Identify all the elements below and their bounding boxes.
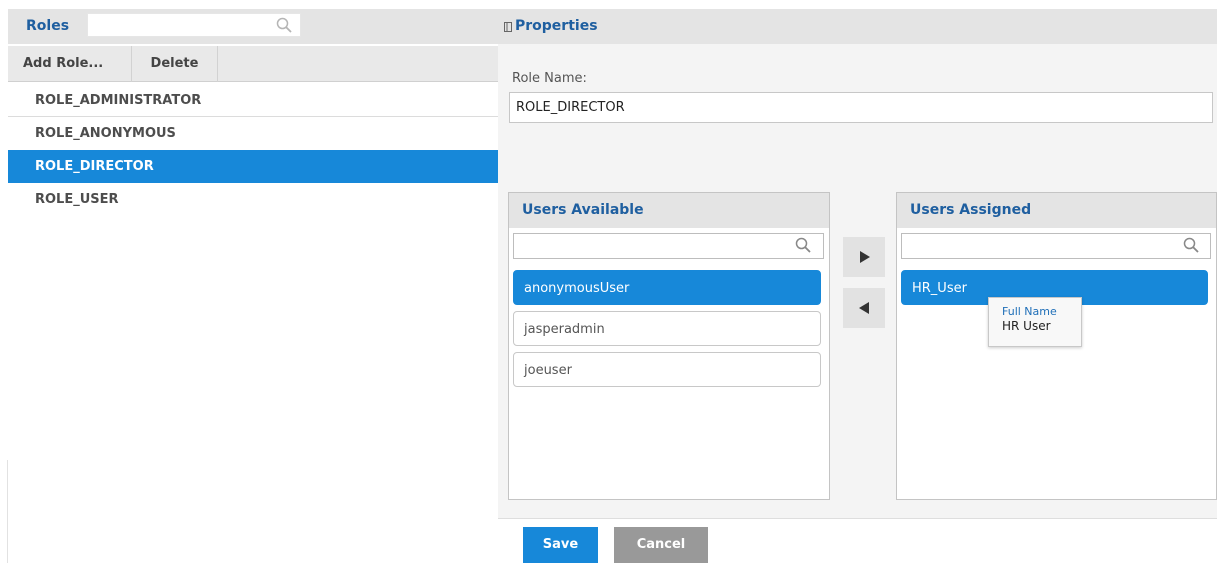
available-user-anonymoususer[interactable]: anonymousUser (513, 270, 821, 305)
roles-title: Roles (26, 18, 70, 34)
assign-user-button[interactable] (843, 237, 885, 277)
role-list-item-administrator[interactable]: ROLE_ADMINISTRATOR (8, 84, 498, 117)
users-available-search-input[interactable] (513, 233, 824, 259)
search-icon[interactable] (1183, 237, 1199, 253)
left-panel-border (7, 460, 8, 563)
roles-toolbar: Add Role... Delete (8, 46, 498, 82)
properties-header: Properties (498, 9, 1217, 44)
panel-toggle-icon[interactable] (504, 22, 512, 32)
available-user-joeuser[interactable]: joeuser (513, 352, 821, 387)
role-name-label: Role Name: (512, 71, 587, 86)
unassign-user-button[interactable] (843, 288, 885, 328)
user-tooltip: Full Name HR User (988, 297, 1082, 347)
search-icon[interactable] (795, 237, 811, 253)
role-list-item-anonymous[interactable]: ROLE_ANONYMOUS (8, 117, 498, 150)
add-role-button[interactable]: Add Role... (8, 46, 132, 82)
available-user-jasperadmin[interactable]: jasperadmin (513, 311, 821, 346)
role-list-item-user[interactable]: ROLE_USER (8, 183, 498, 216)
tooltip-label: Full Name (1002, 305, 1057, 318)
roles-search-input[interactable] (87, 13, 301, 37)
tooltip-value: HR User (1002, 319, 1051, 333)
footer-divider (498, 518, 1217, 519)
delete-role-button[interactable]: Delete (132, 46, 218, 82)
properties-title: Properties (515, 18, 598, 34)
search-icon[interactable] (276, 17, 292, 33)
role-list-item-director[interactable]: ROLE_DIRECTOR (8, 150, 498, 183)
users-assigned-search-input[interactable] (901, 233, 1211, 259)
users-available-title: Users Available (509, 193, 829, 228)
cancel-button[interactable]: Cancel (614, 527, 708, 563)
users-assigned-title: Users Assigned (897, 193, 1216, 228)
role-name-input[interactable] (509, 92, 1213, 123)
save-button[interactable]: Save (523, 527, 598, 563)
